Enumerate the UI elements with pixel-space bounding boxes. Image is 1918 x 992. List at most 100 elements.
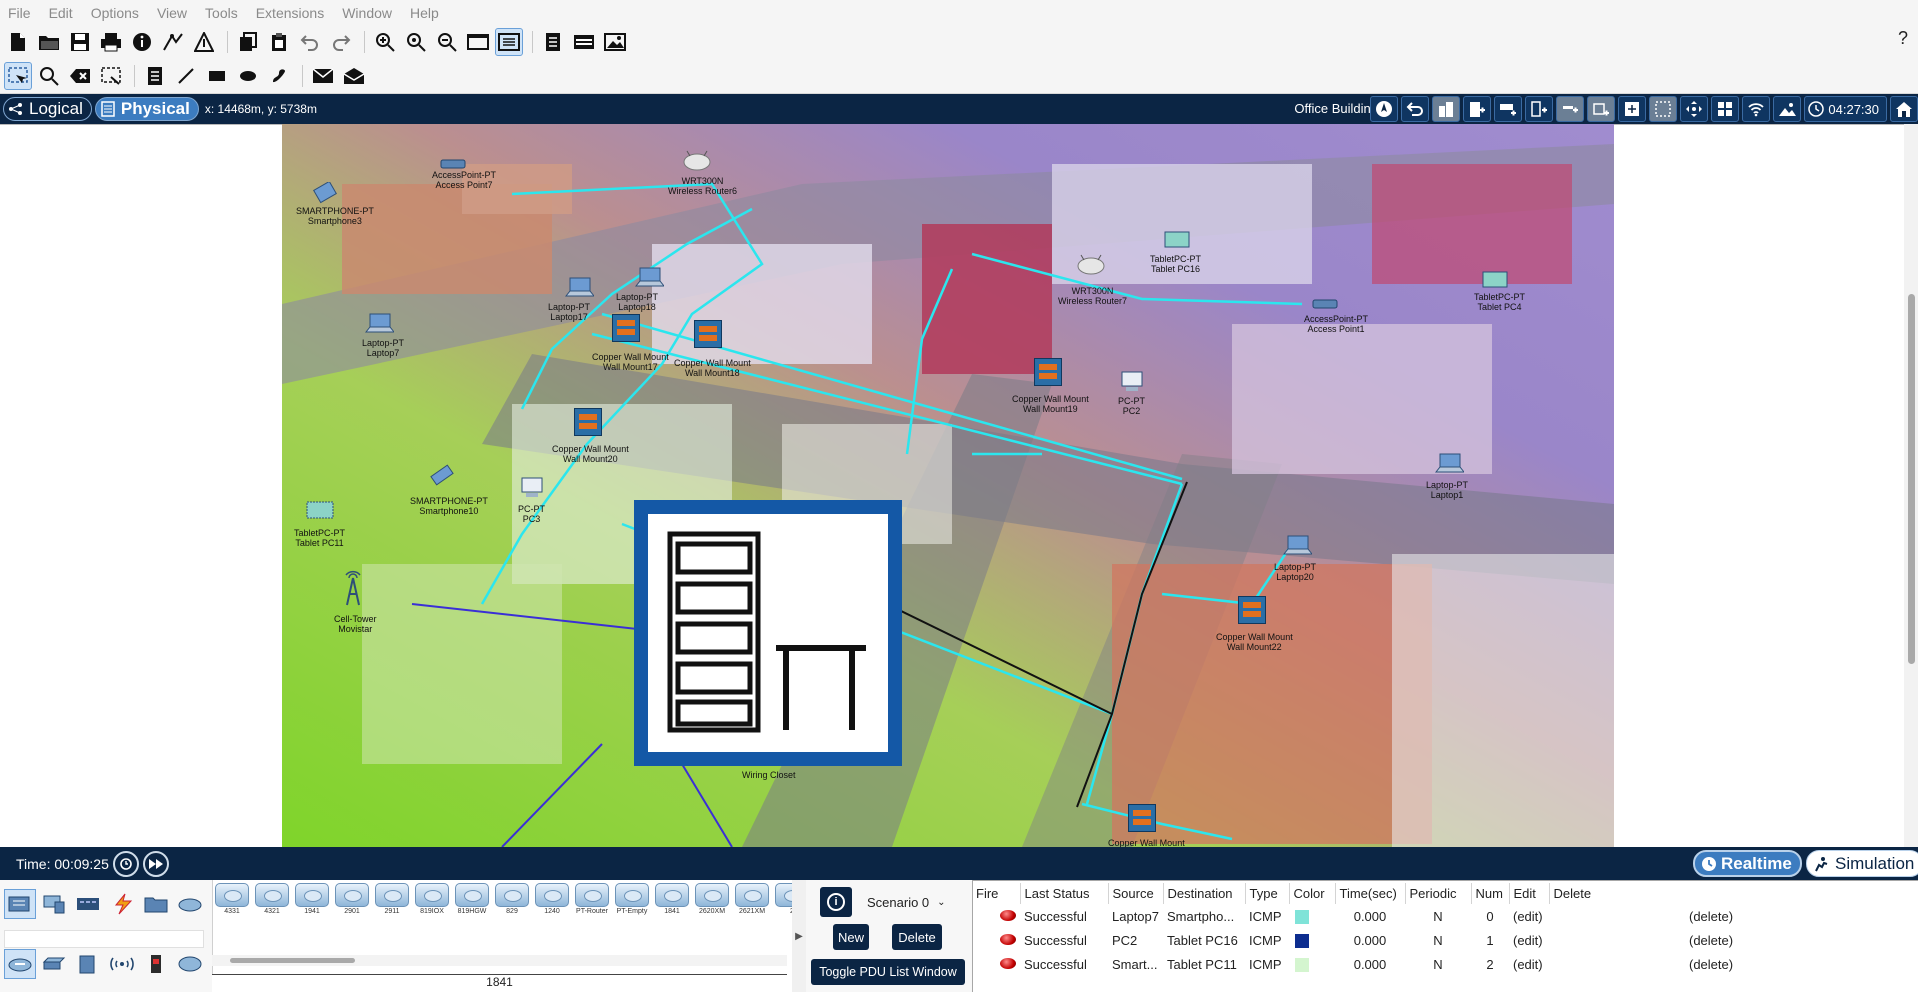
category-end-devices-icon[interactable] [38, 889, 70, 919]
model-tile[interactable]: 2901 [334, 883, 370, 919]
wall-mount-icon[interactable] [574, 408, 602, 436]
menu-tools[interactable]: Tools [196, 0, 247, 26]
grid-select-icon[interactable] [1649, 96, 1678, 122]
menu-extensions[interactable]: Extensions [247, 0, 333, 26]
category-miscellaneous-icon[interactable] [140, 889, 172, 919]
draw-rectangle-icon[interactable] [203, 62, 231, 90]
laptop-icon[interactable] [1434, 452, 1464, 476]
cell-tower-icon[interactable] [342, 570, 364, 606]
undo-icon[interactable] [296, 28, 324, 56]
category-connections-icon[interactable] [106, 889, 138, 919]
new-closet-icon[interactable] [1494, 96, 1523, 122]
model-tile[interactable]: 1841 [654, 883, 690, 919]
custom-device-icon[interactable] [190, 28, 218, 56]
place-note-icon[interactable] [141, 62, 169, 90]
add-simple-pdu-icon[interactable] [309, 62, 337, 90]
toggle-pdu-list-button[interactable]: Toggle PDU List Window [811, 959, 965, 985]
add-complex-pdu-icon[interactable] [340, 62, 368, 90]
new-file-icon[interactable] [4, 28, 32, 56]
wall-mount-icon[interactable] [612, 314, 640, 342]
subcategory-switches-icon[interactable] [38, 949, 70, 979]
laptop-icon[interactable] [1282, 534, 1312, 558]
delete-scenario-button[interactable]: Delete [892, 924, 942, 950]
category-components-icon[interactable] [72, 889, 104, 919]
fire-icon[interactable] [1000, 909, 1016, 921]
zoom-reset-icon[interactable] [402, 28, 430, 56]
subcategory-wan-emulation-icon[interactable] [174, 949, 206, 979]
model-tile[interactable]: 2911 [374, 883, 410, 919]
model-tile[interactable]: 4331 [214, 883, 250, 919]
open-folder-icon[interactable] [35, 28, 63, 56]
tab-simulation[interactable]: Simulation [1806, 850, 1918, 877]
subcategory-wireless-icon[interactable] [106, 949, 138, 979]
info-icon[interactable] [128, 28, 156, 56]
subcategory-hubs-icon[interactable] [72, 949, 104, 979]
tab-physical[interactable]: Physical [94, 97, 199, 121]
scenario-select[interactable]: Scenario 0 ⌄ [862, 890, 954, 914]
draw-ellipse-icon[interactable] [234, 62, 262, 90]
collapse-panel-arrow-icon[interactable]: ▶ [792, 880, 806, 992]
new-scenario-button[interactable]: New [833, 924, 869, 950]
save-icon[interactable] [66, 28, 94, 56]
pan-icon[interactable] [1680, 96, 1709, 122]
print-icon[interactable] [97, 28, 125, 56]
model-tile[interactable]: 4321 [254, 883, 290, 919]
fire-icon[interactable] [1000, 957, 1016, 969]
col-edit[interactable]: Edit [1508, 883, 1549, 904]
menu-window[interactable]: Window [333, 0, 401, 26]
model-tile[interactable]: 2620XM [694, 883, 730, 919]
menu-options[interactable]: Options [82, 0, 148, 26]
col-type[interactable]: Type [1244, 883, 1289, 904]
tablet-icon[interactable] [1162, 230, 1192, 250]
fast-forward-icon[interactable] [142, 850, 169, 877]
model-list-scroll-thumb[interactable] [230, 958, 355, 963]
model-tile[interactable]: 1941 [294, 883, 330, 919]
pdu-row[interactable]: Successful Smart... Tablet PC11 ICMP 0.000 N 2… [972, 952, 1829, 976]
tab-realtime[interactable]: Realtime [1693, 850, 1802, 877]
new-table-icon[interactable] [1556, 96, 1585, 122]
wall-mount-icon[interactable] [1128, 804, 1156, 832]
zoom-in-icon[interactable] [371, 28, 399, 56]
category-network-devices-icon[interactable] [4, 889, 36, 919]
col-delete[interactable]: Delete [1548, 883, 1829, 904]
wall-mount-icon[interactable] [694, 320, 722, 348]
model-tile[interactable]: PT-Empty [614, 883, 650, 919]
subcategory-security-icon[interactable] [140, 949, 172, 979]
fire-cell[interactable] [972, 952, 1020, 976]
wireless-router-icon[interactable] [682, 150, 712, 172]
background-image-icon[interactable] [1773, 96, 1802, 122]
navigation-icon[interactable] [1370, 96, 1399, 122]
scenario-info-button[interactable]: i [820, 887, 852, 917]
col-periodic[interactable]: Periodic [1404, 883, 1471, 904]
edit-link[interactable]: (edit) [1509, 952, 1549, 976]
wireless-router-icon[interactable] [1076, 254, 1106, 276]
col-num[interactable]: Num [1470, 883, 1509, 904]
model-tile[interactable]: 829 [494, 883, 530, 919]
col-color[interactable]: Color [1288, 883, 1335, 904]
category-multiuser-icon[interactable] [174, 889, 206, 919]
subcategory-routers-icon[interactable] [4, 949, 36, 979]
fire-icon[interactable] [1000, 933, 1016, 945]
pc-icon[interactable] [1120, 370, 1144, 394]
image-icon[interactable] [601, 28, 629, 56]
fire-cell[interactable] [972, 904, 1020, 928]
home-icon[interactable] [1890, 96, 1918, 122]
canvas-vertical-scrollbar[interactable] [1904, 124, 1918, 847]
zoom-out-icon[interactable] [433, 28, 461, 56]
col-source[interactable]: Source [1107, 883, 1163, 904]
delete-link[interactable]: (delete) [1549, 952, 1829, 976]
model-tile[interactable]: 1240 [534, 883, 570, 919]
pdu-row[interactable]: Successful Laptop7 Smartpho... ICMP 0.000 N 0 (… [972, 904, 1829, 928]
new-shelf-icon[interactable] [1587, 96, 1616, 122]
new-building-icon[interactable] [1463, 96, 1492, 122]
edit-link[interactable]: (edit) [1509, 904, 1549, 928]
menu-view[interactable]: View [148, 0, 196, 26]
wall-mount-icon[interactable] [1034, 358, 1062, 386]
model-tile[interactable]: 819IOX [414, 883, 450, 919]
wireless-range-icon[interactable] [1742, 96, 1771, 122]
edit-link[interactable]: (edit) [1509, 928, 1549, 952]
custom-view-icon[interactable] [495, 28, 523, 56]
smartphone-icon[interactable] [312, 182, 338, 204]
resize-icon[interactable] [97, 62, 125, 90]
pdu-row[interactable]: Successful PC2 Tablet PC16 ICMP 0.000 N 1 (edit… [972, 928, 1829, 952]
